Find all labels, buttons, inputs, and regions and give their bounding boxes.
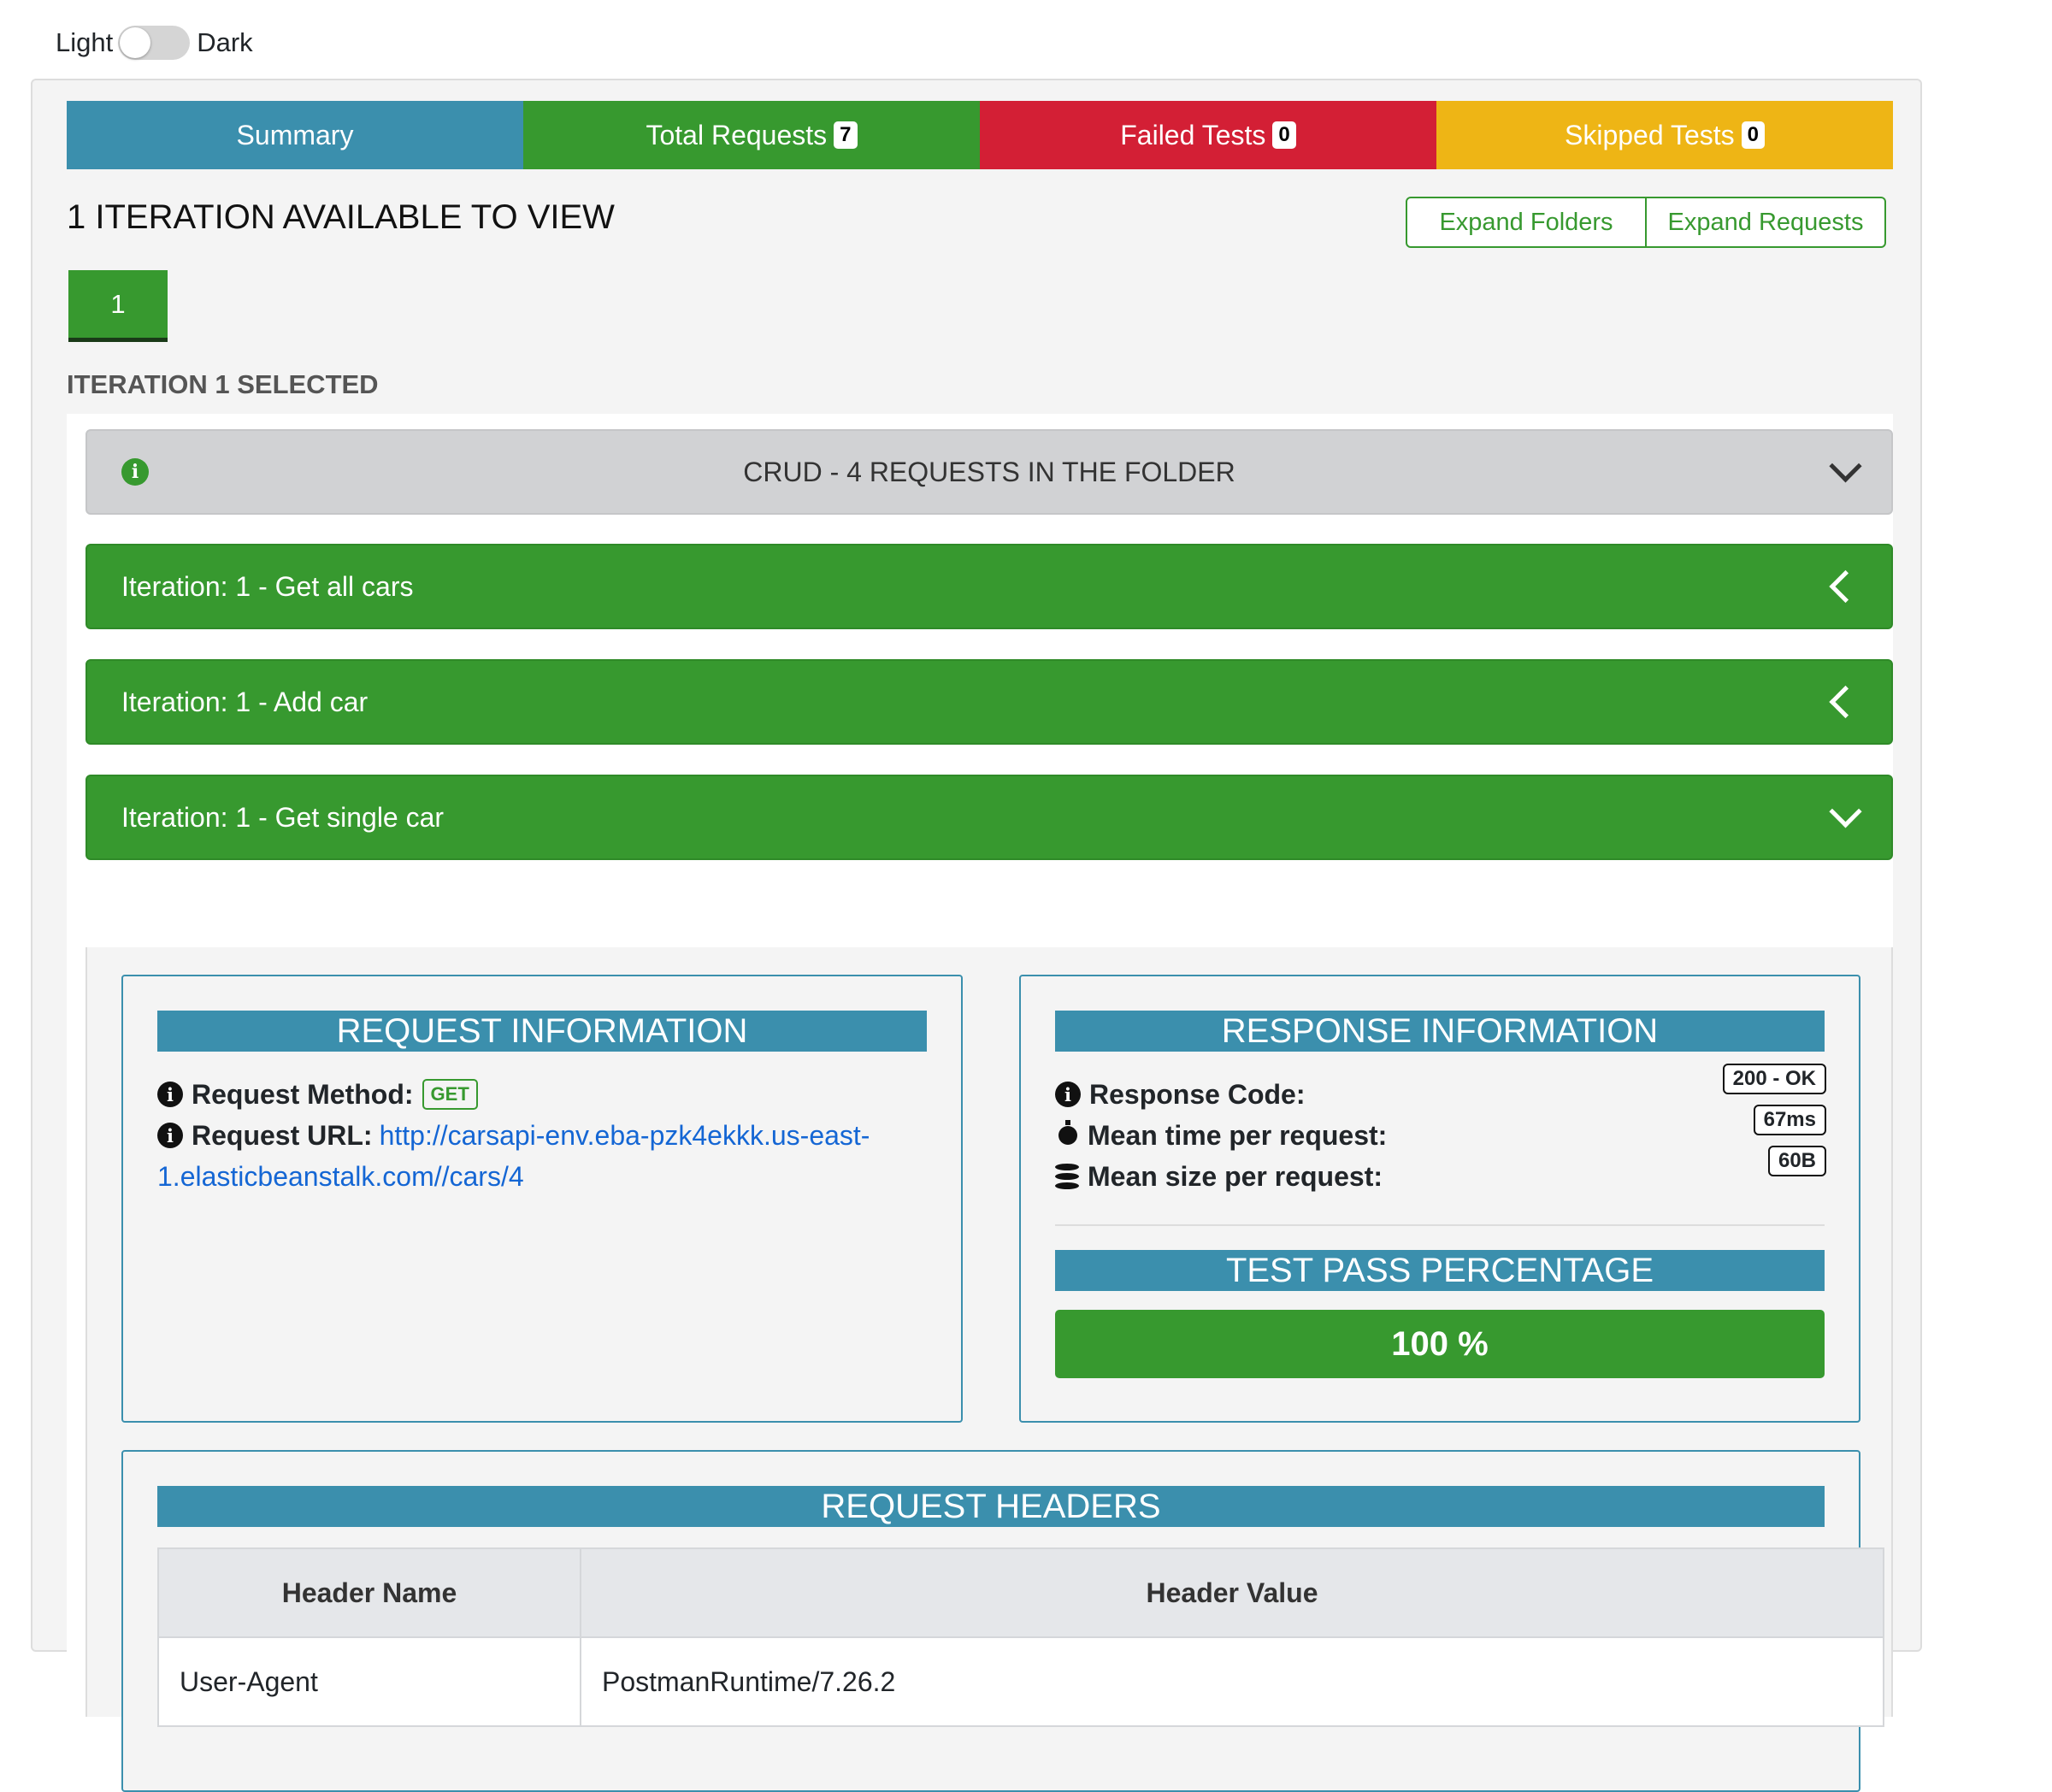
- request-title: Iteration: 1 - Get all cars: [121, 570, 414, 602]
- request-detail-body: REQUEST INFORMATION i Request Method: GE…: [86, 947, 1893, 1792]
- response-code-row: i Response Code: 200 - OK: [1055, 1064, 1826, 1115]
- request-title: Iteration: 1 - Add car: [121, 686, 369, 717]
- folder-title: CRUD - 4 REQUESTS IN THE FOLDER: [743, 456, 1235, 487]
- iterations-available-heading: 1 ITERATION AVAILABLE TO VIEW: [67, 198, 615, 236]
- theme-light-label: Light: [56, 27, 114, 57]
- expand-requests-button[interactable]: Expand Requests: [1647, 197, 1886, 248]
- response-code-badge: 200 - OK: [1722, 1064, 1826, 1094]
- request-header-get-all-cars[interactable]: Iteration: 1 - Get all cars: [86, 544, 1893, 629]
- request-title: Iteration: 1 - Get single car: [121, 801, 445, 833]
- tab-summary[interactable]: Summary: [67, 101, 523, 169]
- database-icon: [1055, 1164, 1079, 1189]
- iteration-content: i CRUD - 4 REQUESTS IN THE FOLDER Iterat…: [67, 414, 1893, 1792]
- expand-folders-button[interactable]: Expand Folders: [1406, 197, 1647, 248]
- mean-time-row: Mean time per request: 67ms: [1055, 1105, 1826, 1156]
- header-value-cell: PostmanRuntime/7.26.2: [580, 1636, 1884, 1727]
- request-url-row-continued: 1.elasticbeanstalk.com//cars/4: [157, 1156, 927, 1197]
- response-information-heading: RESPONSE INFORMATION: [1055, 1011, 1825, 1052]
- request-header-get-single-car[interactable]: Iteration: 1 - Get single car: [86, 775, 1893, 860]
- table-row: User-Agent PostmanRuntime/7.26.2: [157, 1636, 1884, 1727]
- summary-tabs: Summary Total Requests 7 Failed Tests 0 …: [67, 101, 1893, 169]
- chevron-down-icon: [1829, 450, 1862, 483]
- tab-total-requests-label: Total Requests: [646, 119, 828, 150]
- request-url-label: Request URL:: [192, 1119, 373, 1151]
- info-circle-icon: i: [157, 1082, 183, 1107]
- tab-summary-label: Summary: [236, 119, 354, 150]
- mean-size-badge: 60B: [1767, 1146, 1826, 1176]
- response-code-label: Response Code:: [1089, 1078, 1306, 1110]
- column-header-value: Header Value: [580, 1547, 1884, 1638]
- stopwatch-icon: [1058, 1120, 1077, 1145]
- tab-failed-tests[interactable]: Failed Tests 0: [980, 101, 1436, 169]
- column-header-name: Header Name: [157, 1547, 581, 1638]
- request-information-heading: REQUEST INFORMATION: [157, 1011, 927, 1052]
- test-pass-progress-bar: 100 %: [1055, 1310, 1825, 1378]
- request-header-add-car[interactable]: Iteration: 1 - Add car: [86, 659, 1893, 745]
- theme-dark-label: Dark: [197, 27, 253, 57]
- info-circle-icon: i: [157, 1123, 183, 1148]
- request-headers-panel: REQUEST HEADERS Header Name Header Value…: [121, 1450, 1884, 1792]
- mean-size-row: Mean size per request: 60B: [1055, 1146, 1826, 1197]
- request-url-row: i Request URL: http://carsapi-env.eba-pz…: [157, 1115, 927, 1156]
- iteration-1-button[interactable]: 1: [68, 270, 168, 342]
- chevron-left-icon: [1829, 569, 1862, 604]
- iteration-selected-label: ITERATION 1 SELECTED: [67, 369, 379, 399]
- chevron-down-icon: [1829, 795, 1862, 828]
- request-url-link-line1[interactable]: http://carsapi-env.eba-pzk4ekkk.us-east-: [380, 1120, 870, 1152]
- expand-button-group: Expand Folders Expand Requests: [1406, 197, 1886, 248]
- request-headers-table: Header Name Header Value User-Agent Post…: [157, 1547, 1884, 1727]
- mean-time-label: Mean time per request:: [1088, 1119, 1388, 1151]
- info-circle-icon: i: [1055, 1082, 1081, 1107]
- response-information-panel: RESPONSE INFORMATION i Response Code: 20…: [1019, 975, 1860, 1423]
- request-method-badge: GET: [422, 1079, 478, 1110]
- mean-size-label: Mean size per request:: [1088, 1160, 1383, 1192]
- request-information-panel: REQUEST INFORMATION i Request Method: GE…: [121, 975, 963, 1423]
- info-circle-icon: i: [121, 458, 149, 486]
- chevron-left-icon: [1829, 685, 1862, 719]
- theme-switch-knob: [120, 27, 151, 58]
- request-headers-heading: REQUEST HEADERS: [157, 1486, 1825, 1527]
- mean-time-badge: 67ms: [1753, 1105, 1826, 1135]
- header-name-cell: User-Agent: [157, 1636, 581, 1727]
- request-method-label: Request Method:: [192, 1078, 414, 1110]
- report-container: Summary Total Requests 7 Failed Tests 0 …: [31, 79, 1922, 1792]
- request-method-row: i Request Method: GET: [157, 1074, 927, 1115]
- request-url-link-line2[interactable]: 1.elasticbeanstalk.com//cars/4: [157, 1161, 524, 1193]
- response-divider: [1055, 1224, 1825, 1226]
- tab-skipped-tests[interactable]: Skipped Tests 0: [1436, 101, 1893, 169]
- skipped-tests-count-badge: 0: [1741, 121, 1765, 149]
- tab-failed-tests-label: Failed Tests: [1120, 119, 1266, 150]
- theme-toggle: Light Dark: [56, 24, 253, 62]
- test-pass-percentage-heading: TEST PASS PERCENTAGE: [1055, 1250, 1825, 1291]
- theme-switch[interactable]: [118, 26, 191, 60]
- failed-tests-count-badge: 0: [1272, 121, 1296, 149]
- total-requests-count-badge: 7: [834, 121, 858, 149]
- table-header-row: Header Name Header Value: [157, 1547, 1884, 1638]
- folder-header-crud[interactable]: i CRUD - 4 REQUESTS IN THE FOLDER: [86, 429, 1893, 515]
- tab-total-requests[interactable]: Total Requests 7: [523, 101, 980, 169]
- tab-skipped-tests-label: Skipped Tests: [1565, 119, 1735, 150]
- test-pass-percentage-value: 100 %: [1391, 1324, 1489, 1363]
